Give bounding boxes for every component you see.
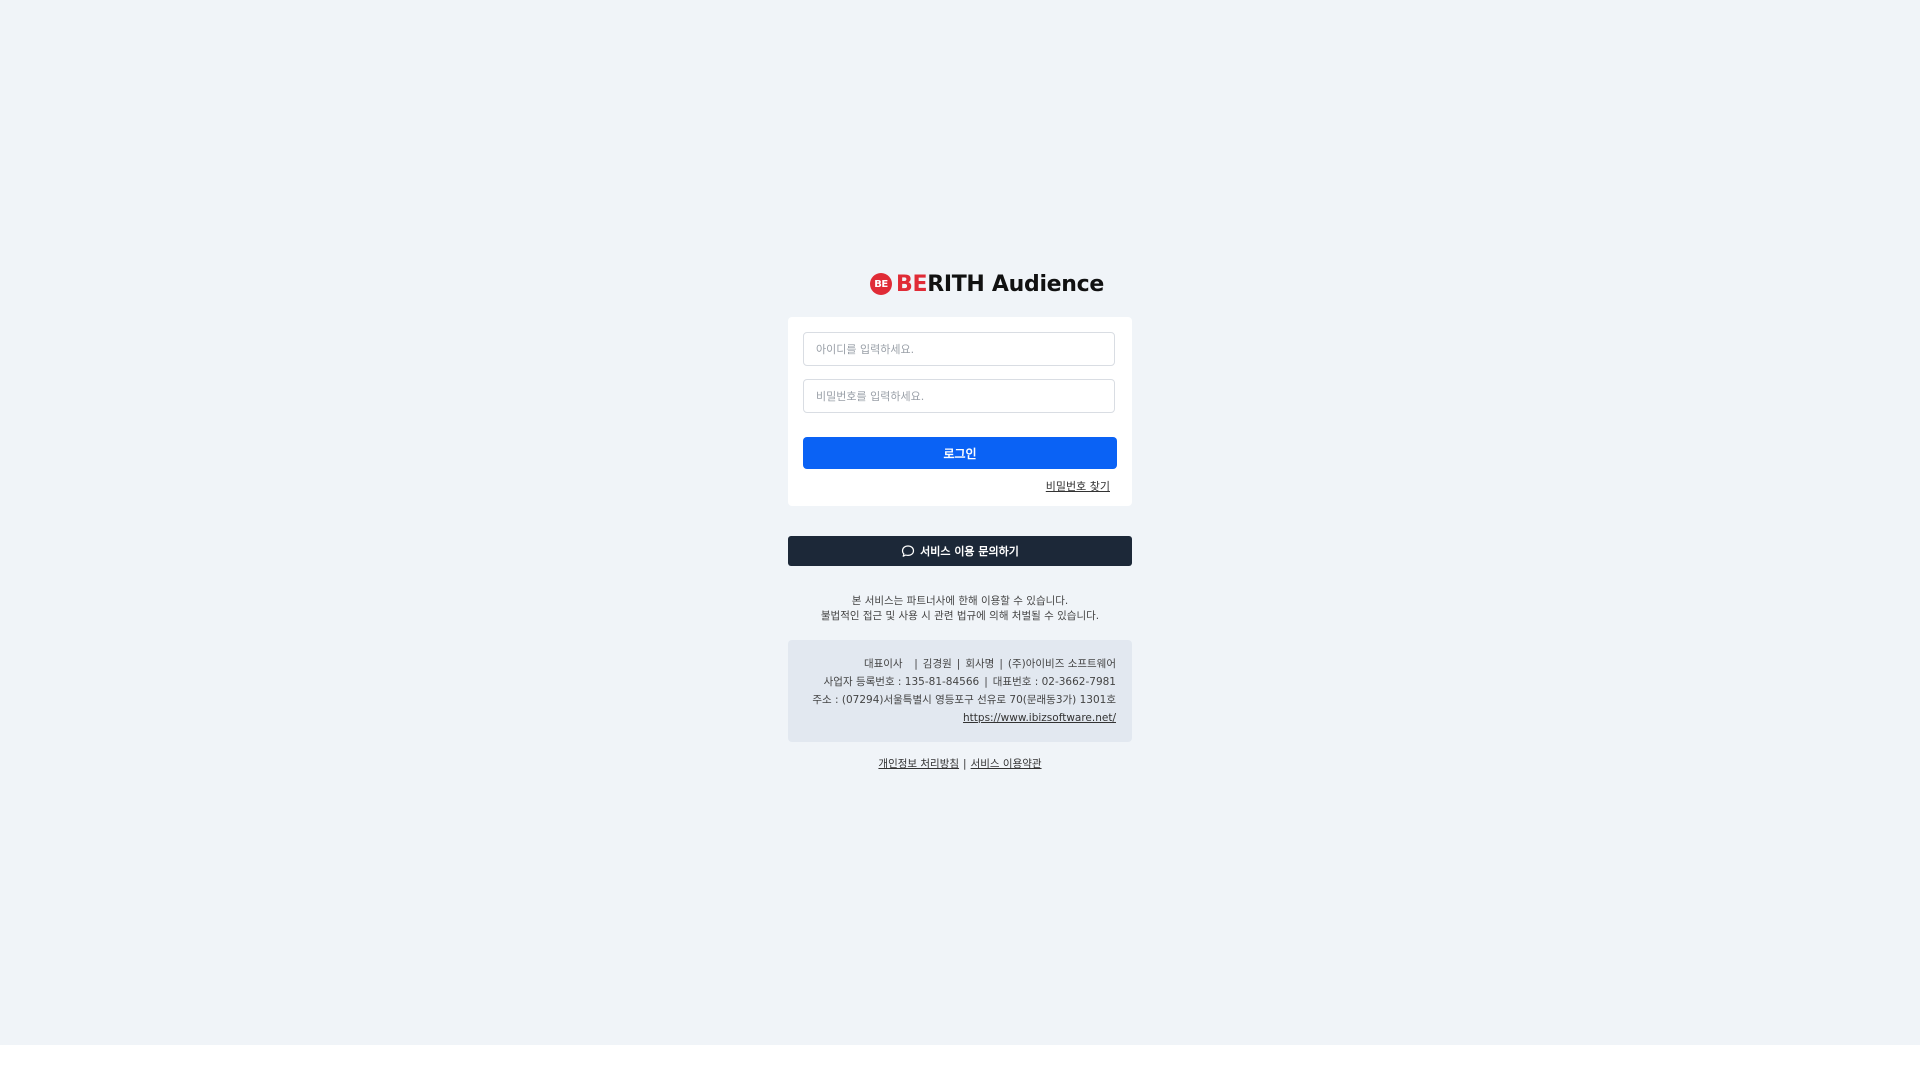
company-website-link[interactable]: https://www.ibizsoftware.net/ bbox=[963, 712, 1116, 724]
id-input[interactable] bbox=[803, 332, 1115, 366]
usage-notice-line-1: 본 서비스는 파트너사에 한해 이용할 수 있습니다. bbox=[851, 595, 1069, 607]
company-info-row-2: 사업자 등록번호 : 135-81-84566 | 대표번호 : 02-3662-7… bbox=[788, 673, 1116, 691]
chat-bubble-icon bbox=[901, 544, 915, 558]
footer-divider: | bbox=[963, 758, 967, 770]
password-input[interactable] bbox=[803, 379, 1115, 413]
separator: | bbox=[984, 676, 988, 688]
brand-logo: BE BERITH Audience bbox=[870, 271, 1104, 297]
find-password-link[interactable]: 비밀번호 찾기 bbox=[1046, 478, 1110, 494]
login-card: 로그인 비밀번호 찾기 bbox=[788, 317, 1132, 506]
brand-name-rest: RITH Audience bbox=[927, 271, 1105, 297]
separator: | bbox=[999, 658, 1003, 670]
service-inquiry-label: 서비스 이용 문의하기 bbox=[920, 545, 1019, 558]
separator: | bbox=[956, 658, 961, 670]
usage-notice-line-2: 불법적인 접근 및 사용 시 관련 법규에 의해 처벌될 수 있습니다. bbox=[820, 610, 1100, 622]
company-name-label: 회사명 bbox=[965, 658, 995, 670]
company-info-row-3: 주소 : (07294)서울특별시 영등포구 선유로 70(문래동3가) 130… bbox=[788, 691, 1116, 709]
company-info-box: 대표이사 | 김경원 | 회사명 | (주)아이비즈 소프트웨어 사업자 등록번호 : 1… bbox=[788, 640, 1132, 742]
company-address: 주소 : (07294)서울특별시 영등포구 선유로 70(문래동3가) 130… bbox=[812, 694, 1116, 706]
service-inquiry-button[interactable]: 서비스 이용 문의하기 bbox=[788, 536, 1132, 566]
page-background bbox=[0, 0, 1920, 1045]
company-info-row-1: 대표이사 | 김경원 | 회사명 | (주)아이비즈 소프트웨어 bbox=[788, 655, 1116, 673]
brand-name: BERITH Audience bbox=[896, 272, 1104, 297]
company-phone: 대표번호 : 02-3662-7981 bbox=[992, 676, 1116, 688]
usage-notice: 본 서비스는 파트너사에 한해 이용할 수 있습니다. 불법적인 접근 및 사용… bbox=[788, 594, 1132, 624]
ceo-label: 대표이사 bbox=[863, 658, 903, 670]
ceo-name: 김경원 bbox=[922, 658, 952, 670]
logo-mark-icon: BE bbox=[870, 273, 892, 295]
terms-of-service-link[interactable]: 서비스 이용약관 bbox=[971, 758, 1042, 770]
login-button[interactable]: 로그인 bbox=[803, 437, 1117, 469]
brand-name-prefix: BE bbox=[896, 271, 928, 297]
footer-links: 개인정보 처리방침 | 서비스 이용약관 bbox=[788, 756, 1132, 771]
privacy-policy-link[interactable]: 개인정보 처리방침 bbox=[878, 758, 959, 770]
business-number: 사업자 등록번호 : 135-81-84566 bbox=[823, 676, 980, 688]
company-name: (주)아이비즈 소프트웨어 bbox=[1007, 658, 1116, 670]
separator: | bbox=[907, 658, 918, 670]
company-info-row-4: https://www.ibizsoftware.net/ bbox=[788, 709, 1116, 727]
